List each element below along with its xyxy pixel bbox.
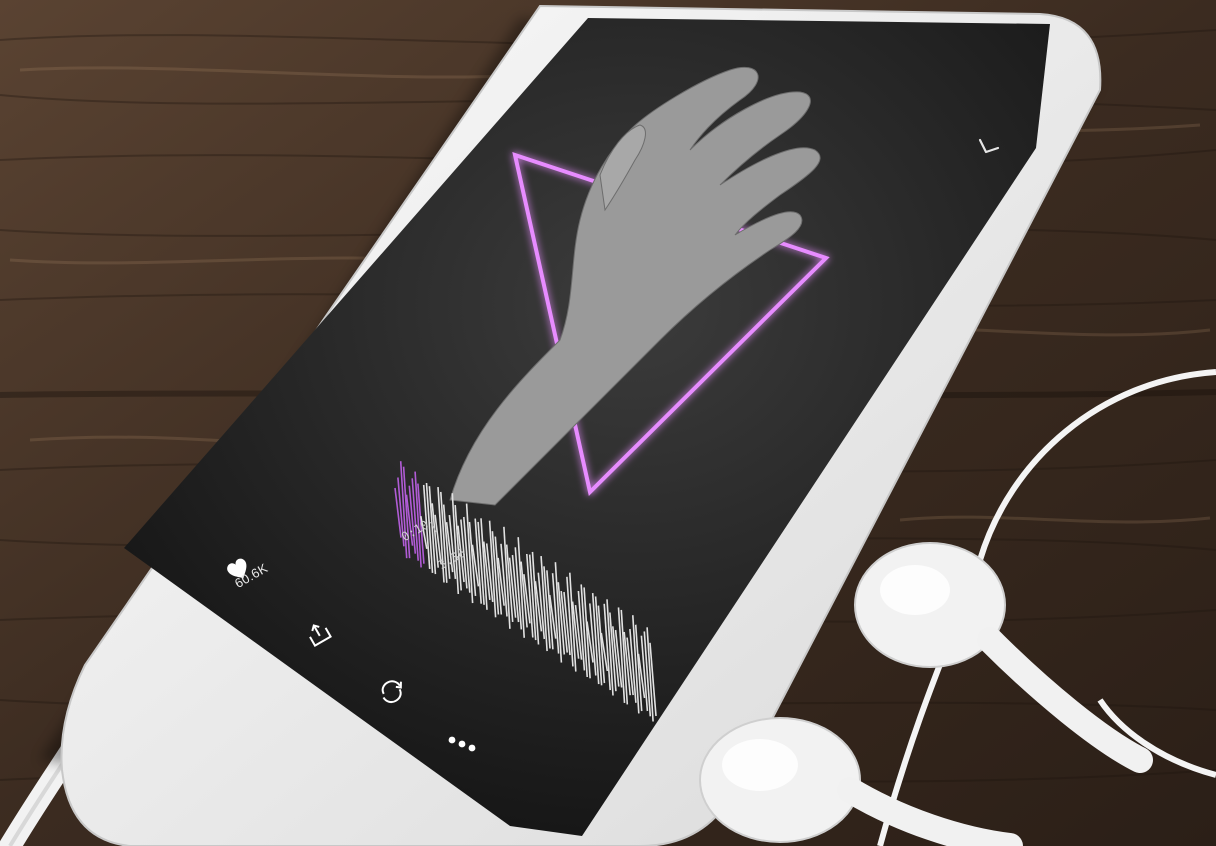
photo-scene: [0, 0, 1216, 846]
